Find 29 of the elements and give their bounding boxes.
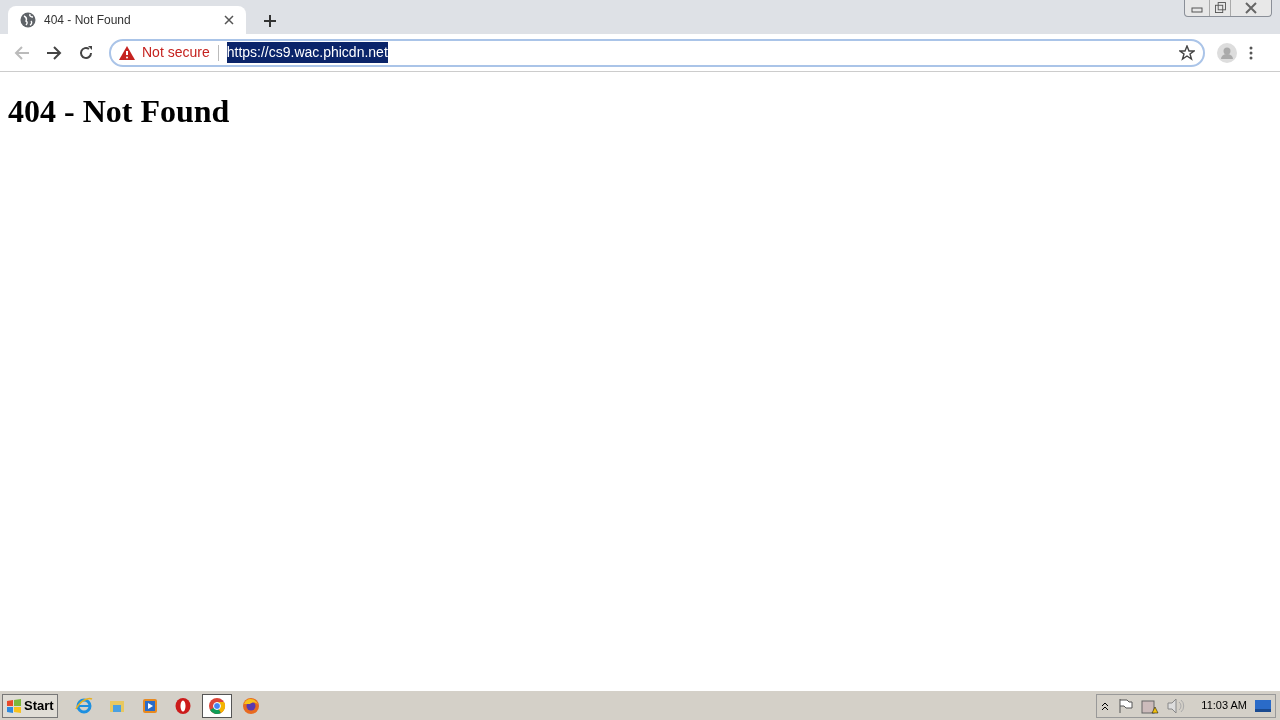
start-button[interactable]: Start	[2, 693, 58, 718]
windows-logo-icon	[6, 697, 22, 714]
show-desktop-icon[interactable]	[1255, 698, 1271, 713]
taskbar-button[interactable]	[201, 693, 232, 718]
tab-title: 404 - Not Found	[44, 12, 132, 29]
forward-icon[interactable]	[46, 44, 62, 61]
security-label[interactable]: Not secure	[142, 42, 210, 63]
star-icon[interactable]	[1179, 44, 1195, 61]
ie-icon	[74, 696, 93, 715]
network-warning-icon[interactable]	[1141, 697, 1160, 714]
new-tab-icon[interactable]	[263, 14, 277, 28]
browser-tab[interactable]: 404 - Not Found	[8, 6, 246, 34]
firefox-icon	[241, 696, 260, 715]
url-text[interactable]: https://cs9.wac.phicdn.net	[226, 42, 388, 63]
chevron-up-icon[interactable]	[1101, 700, 1110, 711]
speaker-icon[interactable]	[1167, 697, 1186, 714]
close-tab-icon[interactable]	[224, 15, 234, 25]
restore-icon[interactable]	[1209, 0, 1231, 16]
address-bar[interactable]: Not secure https://cs9.wac.phicdn.net	[109, 38, 1205, 67]
globe-icon	[20, 12, 36, 28]
opera-icon	[173, 696, 192, 715]
flag-icon[interactable]	[1117, 697, 1134, 714]
page-heading: 404 - Not Found	[8, 92, 230, 130]
clock-time[interactable]: 11:03 AM	[1201, 697, 1247, 714]
chrome-icon	[207, 696, 226, 715]
menu-icon[interactable]	[1249, 45, 1253, 60]
warning-icon	[119, 45, 135, 60]
play-icon	[140, 696, 159, 715]
reload-icon[interactable]	[78, 44, 94, 61]
